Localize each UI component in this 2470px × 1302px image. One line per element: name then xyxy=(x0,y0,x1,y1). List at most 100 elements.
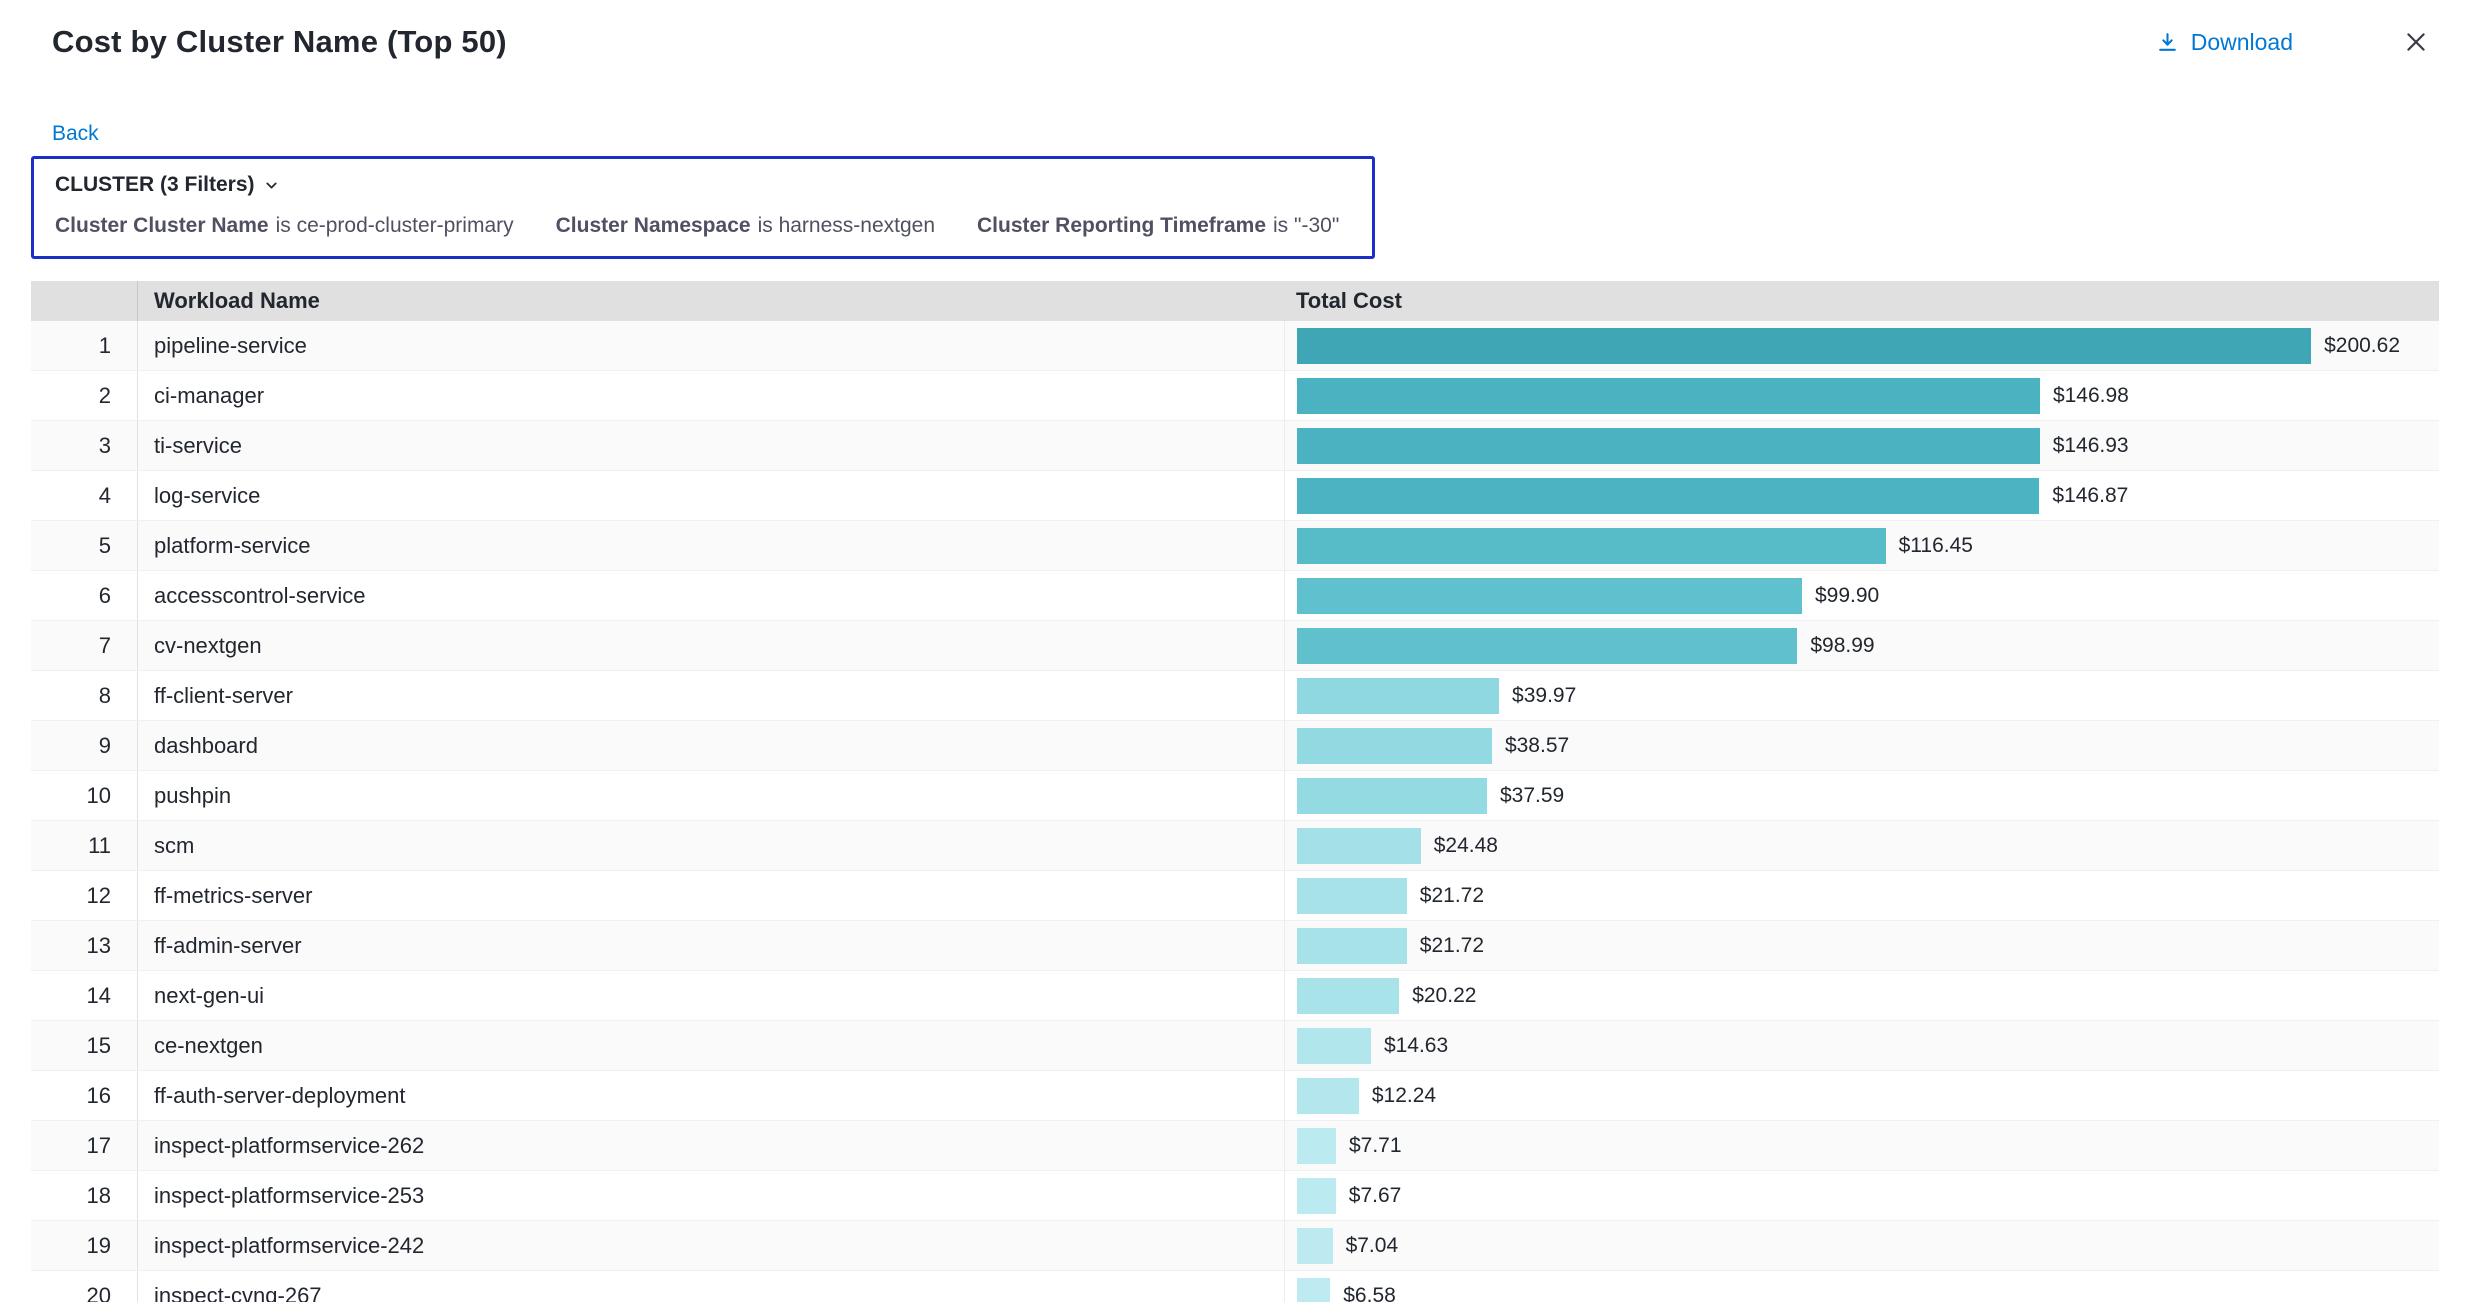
cost-bar[interactable] xyxy=(1297,978,1399,1014)
cost-cell: $21.72 xyxy=(1284,871,2439,920)
cost-bar[interactable] xyxy=(1297,828,1421,864)
row-rank: 8 xyxy=(31,683,137,709)
cost-bar[interactable] xyxy=(1297,628,1797,664)
workload-name: cv-nextgen xyxy=(137,621,1284,670)
table-row: 5platform-service$116.45 xyxy=(31,521,2439,571)
row-rank: 3 xyxy=(31,433,137,459)
row-rank: 16 xyxy=(31,1083,137,1109)
table-row: 10pushpin$37.59 xyxy=(31,771,2439,821)
table-row: 20inspect-cvng-267$6.58 xyxy=(31,1271,2439,1302)
row-rank: 15 xyxy=(31,1033,137,1059)
filter-field: Cluster Reporting Timeframe xyxy=(977,214,1266,237)
cost-value: $200.62 xyxy=(2324,334,2400,358)
cost-value: $116.45 xyxy=(1899,534,1973,558)
cost-value: $20.22 xyxy=(1412,984,1476,1008)
close-icon[interactable] xyxy=(2403,29,2429,55)
cost-cell: $12.24 xyxy=(1284,1071,2439,1120)
table-row: 17inspect-platformservice-262 $7.71 xyxy=(31,1121,2439,1171)
column-header-total-cost: Total Cost xyxy=(1284,288,2439,314)
cost-cell: $99.90 xyxy=(1284,571,2439,620)
table-row: 16ff-auth-server-deployment $12.24 xyxy=(31,1071,2439,1121)
back-link[interactable]: Back xyxy=(52,122,99,146)
workload-name: inspect-cvng-267 xyxy=(137,1271,1284,1302)
cost-bar[interactable] xyxy=(1297,728,1492,764)
cost-bar[interactable] xyxy=(1297,428,2040,464)
table-row: 14next-gen-ui$20.22 xyxy=(31,971,2439,1021)
cost-bar[interactable] xyxy=(1297,1228,1333,1264)
cost-value: $39.97 xyxy=(1512,684,1576,708)
filter-condition: is ce-prod-cluster-primary xyxy=(276,214,514,237)
cost-bar[interactable] xyxy=(1297,878,1407,914)
row-rank: 13 xyxy=(31,933,137,959)
workload-name: ff-auth-server-deployment xyxy=(137,1071,1284,1120)
filter-condition: is harness-nextgen xyxy=(758,214,935,237)
workload-name: pipeline-service xyxy=(137,321,1284,370)
workload-name: accesscontrol-service xyxy=(137,571,1284,620)
workload-name: ti-service xyxy=(137,421,1284,470)
row-rank: 2 xyxy=(31,383,137,409)
filter-item: Cluster Cluster Nameis ce-prod-cluster-p… xyxy=(55,214,514,238)
cost-bar[interactable] xyxy=(1297,1078,1359,1114)
workload-name: pushpin xyxy=(137,771,1284,820)
page-title: Cost by Cluster Name (Top 50) xyxy=(52,24,507,60)
table-row: 12ff-metrics-server$21.72 xyxy=(31,871,2439,921)
workload-name: ce-nextgen xyxy=(137,1021,1284,1070)
column-header-workload-name: Workload Name xyxy=(137,281,1284,321)
row-rank: 19 xyxy=(31,1233,137,1259)
cost-cell: $6.58 xyxy=(1284,1271,2439,1302)
cost-cell: $146.98 xyxy=(1284,371,2439,420)
cost-value: $38.57 xyxy=(1505,734,1569,758)
filter-field: Cluster Namespace xyxy=(556,214,751,237)
download-button[interactable]: Download xyxy=(2155,29,2293,56)
filter-summary[interactable]: CLUSTER (3 Filters) xyxy=(55,173,1351,197)
cost-value: $99.90 xyxy=(1815,584,1879,608)
table-row: 4log-service$146.87 xyxy=(31,471,2439,521)
cost-cell: $20.22 xyxy=(1284,971,2439,1020)
table-row: 9dashboard$38.57 xyxy=(31,721,2439,771)
cost-bar[interactable] xyxy=(1297,678,1499,714)
workload-name: ff-admin-server xyxy=(137,921,1284,970)
cost-value: $146.87 xyxy=(2052,484,2128,508)
workload-name: platform-service xyxy=(137,521,1284,570)
cost-bar[interactable] xyxy=(1297,1178,1336,1214)
cluster-filter-panel[interactable]: CLUSTER (3 Filters) Cluster Cluster Name… xyxy=(31,156,1375,259)
cost-bar[interactable] xyxy=(1297,378,2040,414)
cost-cell: $7.67 xyxy=(1284,1171,2439,1220)
table-row: 8ff-client-server$39.97 xyxy=(31,671,2439,721)
cost-by-cluster-panel: Cost by Cluster Name (Top 50) Download B… xyxy=(0,0,2470,1302)
cost-bar[interactable] xyxy=(1297,328,2311,364)
cost-value: $146.93 xyxy=(2053,434,2129,458)
row-rank: 9 xyxy=(31,733,137,759)
workload-name: log-service xyxy=(137,471,1284,520)
cost-bar[interactable] xyxy=(1297,1278,1330,1302)
cost-bar[interactable] xyxy=(1297,778,1487,814)
download-label: Download xyxy=(2191,29,2293,56)
filter-item: Cluster Reporting Timeframeis "-30" xyxy=(977,214,1339,238)
table-header-row: Workload Name Total Cost xyxy=(31,281,2439,321)
cost-cell: $14.63 xyxy=(1284,1021,2439,1070)
cost-bar[interactable] xyxy=(1297,478,2039,514)
row-rank: 1 xyxy=(31,333,137,359)
row-rank: 11 xyxy=(31,833,137,859)
workload-name: inspect-platformservice-253 xyxy=(137,1171,1284,1220)
table-row: 1pipeline-service $200.62 xyxy=(31,321,2439,371)
cost-cell: $116.45 xyxy=(1284,521,2439,570)
table-row: 11scm$24.48 xyxy=(31,821,2439,871)
cost-cell: $146.87 xyxy=(1284,471,2439,520)
cost-cell: $21.72 xyxy=(1284,921,2439,970)
cost-bar[interactable] xyxy=(1297,578,1802,614)
cost-bar[interactable] xyxy=(1297,1028,1371,1064)
cost-bar[interactable] xyxy=(1297,528,1886,564)
cost-value: $12.24 xyxy=(1372,1084,1436,1108)
cost-value: $7.71 xyxy=(1349,1134,1402,1158)
cost-cell: $24.48 xyxy=(1284,821,2439,870)
workload-name: scm xyxy=(137,821,1284,870)
cost-value: $146.98 xyxy=(2053,384,2129,408)
row-rank: 17 xyxy=(31,1133,137,1159)
workload-name: inspect-platformservice-262 xyxy=(137,1121,1284,1170)
workload-name: ci-manager xyxy=(137,371,1284,420)
cost-value: $7.04 xyxy=(1346,1234,1399,1258)
cost-bar[interactable] xyxy=(1297,928,1407,964)
cost-bar[interactable] xyxy=(1297,1128,1336,1164)
row-rank: 7 xyxy=(31,633,137,659)
